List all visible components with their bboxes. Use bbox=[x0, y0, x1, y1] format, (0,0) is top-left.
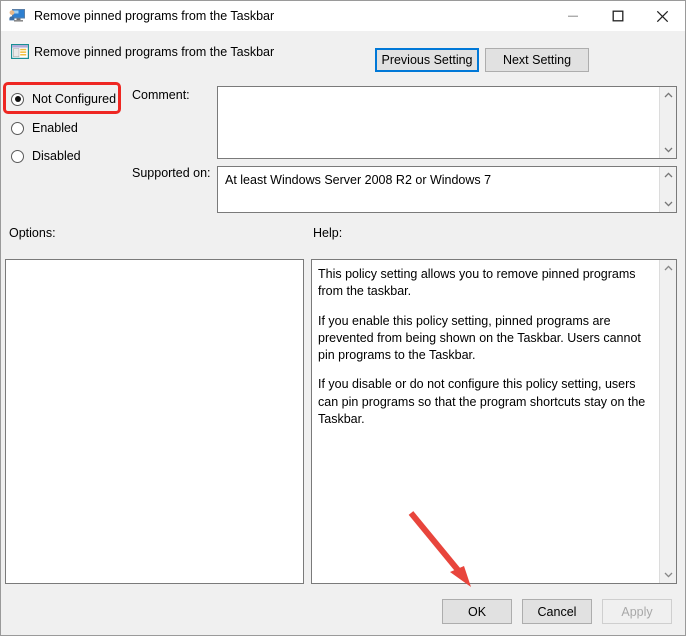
supported-on-label: Supported on: bbox=[132, 166, 211, 180]
scroll-down-icon[interactable] bbox=[660, 567, 676, 583]
scroll-up-icon[interactable] bbox=[660, 260, 676, 276]
supported-on-field[interactable]: At least Windows Server 2008 R2 or Windo… bbox=[217, 166, 677, 213]
radio-not-configured[interactable]: Not Configured bbox=[11, 90, 116, 108]
help-content: This policy setting allows you to remove… bbox=[312, 260, 659, 583]
scroll-up-icon[interactable] bbox=[660, 167, 676, 183]
supported-on-value: At least Windows Server 2008 R2 or Windo… bbox=[225, 173, 492, 187]
minimize-icon bbox=[567, 15, 578, 17]
options-content bbox=[6, 260, 303, 583]
title-bar: Remove pinned programs from the Taskbar bbox=[1, 1, 685, 31]
setting-title: Remove pinned programs from the Taskbar bbox=[34, 45, 275, 59]
window-title: Remove pinned programs from the Taskbar bbox=[34, 9, 275, 23]
radio-label-disabled: Disabled bbox=[32, 149, 81, 163]
radio-enabled[interactable]: Enabled bbox=[11, 119, 78, 137]
ok-button[interactable]: OK bbox=[442, 599, 512, 624]
minimize-button[interactable] bbox=[550, 1, 595, 31]
policy-setting-icon bbox=[10, 42, 30, 62]
policy-setting-dialog: Remove pinned programs from the Taskbar bbox=[0, 0, 686, 636]
supported-on-scrollbar[interactable] bbox=[659, 167, 676, 212]
previous-setting-button[interactable]: Previous Setting bbox=[375, 48, 479, 72]
scroll-down-icon[interactable] bbox=[660, 142, 676, 158]
next-setting-button[interactable]: Next Setting bbox=[485, 48, 589, 72]
comment-label: Comment: bbox=[132, 88, 190, 102]
help-scrollbar[interactable] bbox=[659, 260, 676, 583]
computer-monitor-icon bbox=[9, 8, 26, 24]
radio-indicator-not-configured[interactable] bbox=[11, 92, 24, 106]
help-paragraph: If you enable this policy setting, pinne… bbox=[318, 313, 641, 363]
comment-field[interactable] bbox=[217, 86, 677, 159]
close-icon bbox=[656, 10, 669, 22]
apply-button: Apply bbox=[602, 599, 672, 624]
cancel-button[interactable]: Cancel bbox=[522, 599, 592, 624]
options-label: Options: bbox=[9, 226, 56, 240]
scroll-down-icon[interactable] bbox=[660, 196, 676, 212]
radio-indicator-disabled[interactable] bbox=[11, 149, 24, 163]
help-panel[interactable]: This policy setting allows you to remove… bbox=[311, 259, 677, 584]
radio-disabled[interactable]: Disabled bbox=[11, 147, 81, 165]
maximize-icon bbox=[612, 10, 623, 22]
scroll-up-icon[interactable] bbox=[660, 87, 676, 103]
window-controls bbox=[550, 1, 685, 31]
comment-value[interactable] bbox=[218, 87, 659, 158]
comment-scrollbar[interactable] bbox=[659, 87, 676, 158]
radio-label-not-configured: Not Configured bbox=[32, 92, 117, 106]
options-panel[interactable] bbox=[5, 259, 304, 584]
maximize-button[interactable] bbox=[595, 1, 640, 31]
radio-label-enabled: Enabled bbox=[32, 121, 78, 135]
help-paragraph: This policy setting allows you to remove… bbox=[318, 267, 636, 299]
radio-indicator-enabled[interactable] bbox=[11, 121, 24, 135]
help-label: Help: bbox=[313, 226, 343, 240]
help-paragraph: If you disable or do not configure this … bbox=[318, 377, 646, 426]
close-button[interactable] bbox=[640, 1, 685, 31]
